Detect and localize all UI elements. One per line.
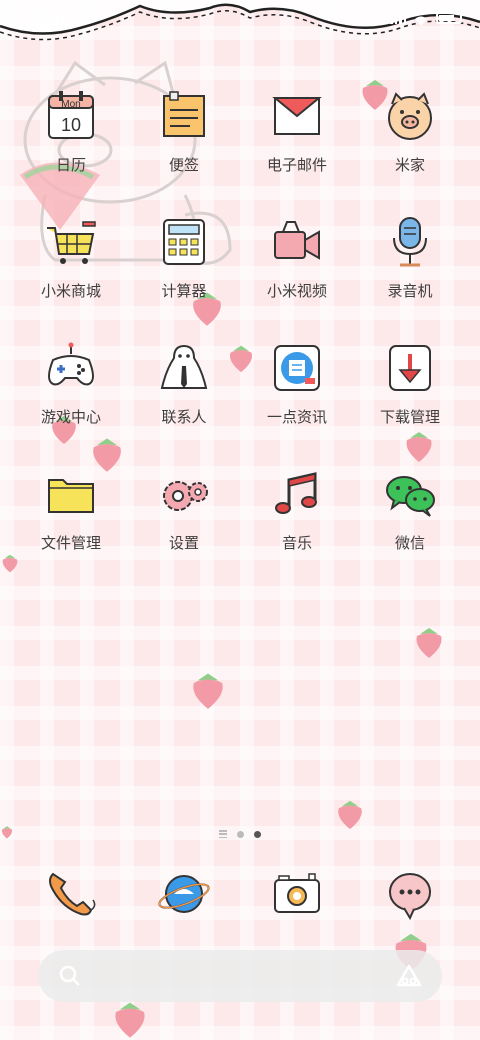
wechat-icon [386, 476, 435, 517]
app-settings[interactable]: 设置 [128, 466, 240, 576]
download-icon [389, 345, 431, 391]
dock-messages[interactable] [354, 866, 466, 926]
app-notes[interactable]: 便签 [128, 88, 240, 198]
mijia-pig-icon [388, 92, 432, 140]
app-label: 联系人 [161, 408, 207, 426]
camera-icon [274, 873, 320, 913]
app-label: 文件管理 [40, 534, 101, 552]
gamepad-icon [48, 342, 94, 386]
phone-icon [49, 872, 96, 916]
page-indicator-menu[interactable] [219, 830, 227, 838]
dock-phone[interactable] [15, 866, 127, 926]
page-indicator [0, 830, 480, 838]
folder-icon [48, 479, 94, 513]
app-recorder[interactable]: 录音机 [354, 214, 466, 324]
calendar-day: 10 [61, 115, 81, 135]
shopping-cart-icon [47, 221, 96, 264]
signal-icon [390, 12, 406, 24]
app-label: 音乐 [281, 534, 312, 552]
app-music[interactable]: 音乐 [241, 466, 353, 576]
battery-icon [436, 12, 462, 24]
app-calendar[interactable]: Mon 10 日历 [15, 88, 127, 198]
app-file-manager[interactable]: 文件管理 [15, 466, 127, 576]
music-note-icon [275, 472, 317, 514]
app-label: 小米视频 [266, 282, 327, 300]
calendar-icon: Mon 10 [48, 91, 94, 139]
app-label: 设置 [168, 534, 199, 552]
app-calculator[interactable]: 计算器 [128, 214, 240, 324]
app-label: 米家 [394, 156, 425, 174]
app-mi-store[interactable]: 小米商城 [15, 214, 127, 324]
search-bar[interactable] [38, 950, 442, 1002]
app-label: 日历 [55, 156, 86, 174]
app-label: 便签 [168, 156, 199, 174]
strawberry-decoration [416, 628, 442, 658]
app-label: 小米商城 [40, 282, 101, 300]
app-contacts[interactable]: 联系人 [128, 340, 240, 450]
app-label: 微信 [394, 534, 425, 552]
search-icon[interactable] [58, 964, 82, 988]
app-label: 电子邮件 [266, 156, 327, 174]
app-mi-video[interactable]: 小米视频 [241, 214, 353, 324]
strawberry-decoration [193, 673, 223, 709]
settings-gear-icon [163, 481, 208, 511]
notes-icon [163, 91, 205, 137]
dock [15, 866, 465, 926]
strawberry-decoration [115, 1002, 145, 1038]
app-label: 录音机 [387, 282, 433, 300]
page-dot[interactable] [237, 830, 244, 838]
calendar-month: Mon [61, 99, 80, 110]
dock-camera[interactable] [241, 866, 353, 926]
app-label: 一点资讯 [266, 408, 327, 426]
status-bar: 2:36 [0, 0, 480, 34]
app-label: 下载管理 [379, 408, 440, 426]
app-mijia[interactable]: 米家 [354, 88, 466, 198]
app-label: 游戏中心 [40, 408, 101, 426]
calculator-icon [163, 219, 205, 265]
messages-icon [389, 873, 431, 921]
contacts-icon [160, 344, 208, 389]
page-dot-current[interactable] [254, 830, 261, 838]
app-email[interactable]: 电子邮件 [241, 88, 353, 198]
wifi-icon [414, 12, 428, 26]
status-time: 2:36 [30, 11, 72, 30]
video-camera-icon [274, 221, 320, 260]
app-wechat[interactable]: 微信 [354, 466, 466, 576]
email-icon [272, 97, 322, 135]
news-icon [274, 345, 320, 391]
app-game-center[interactable]: 游戏中心 [15, 340, 127, 450]
app-label: 计算器 [161, 282, 207, 300]
app-downloads[interactable]: 下载管理 [354, 340, 466, 450]
assistant-icon[interactable] [396, 964, 422, 988]
app-yidian-news[interactable]: 一点资讯 [241, 340, 353, 450]
dock-browser[interactable] [128, 866, 240, 926]
browser-icon [158, 875, 210, 913]
microphone-icon [393, 217, 427, 267]
strawberry-decoration [338, 800, 362, 830]
